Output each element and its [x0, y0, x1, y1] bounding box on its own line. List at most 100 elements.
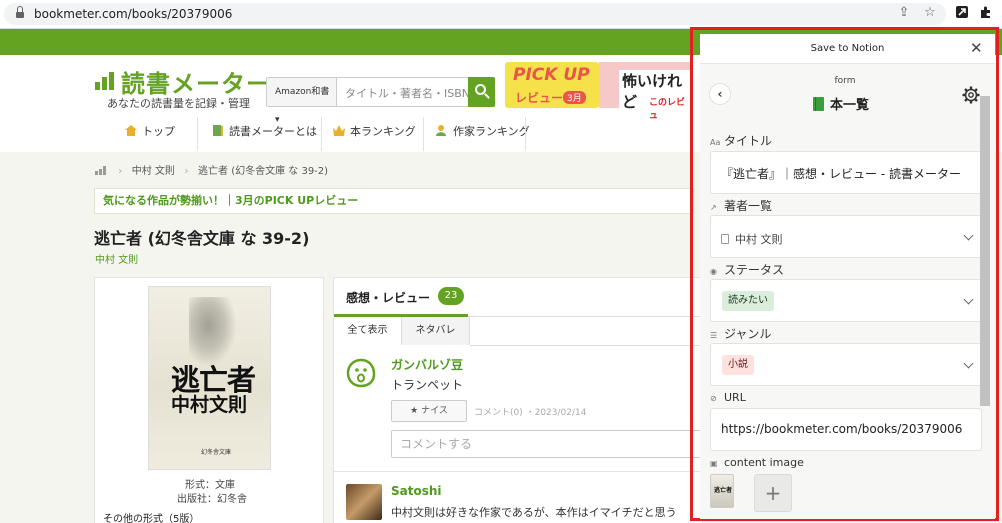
nice-button[interactable]: ★ ナイス	[391, 400, 467, 422]
nav-about[interactable]: 読書メーターとは	[212, 117, 317, 151]
chevron-down-icon	[963, 358, 974, 369]
book-title: 逃亡者 (幻冬舎文庫 な 39-2)	[94, 229, 310, 248]
form-label: form	[834, 76, 856, 86]
home-icon	[125, 125, 137, 136]
tab-spoiler[interactable]: ネタバレ	[402, 317, 470, 345]
status-field-label: ◉ ステータス	[710, 261, 784, 278]
tab-all[interactable]: 全て表示	[334, 317, 402, 345]
database-name[interactable]: 本一覧	[813, 94, 869, 113]
banner-title: PICK UP	[513, 65, 590, 85]
home-bars-icon[interactable]	[95, 166, 107, 175]
authors-field-value: 中村 文則	[735, 233, 783, 246]
image-label-text: content image	[724, 456, 804, 469]
crown-icon	[333, 125, 345, 136]
extensions-puzzle-icon[interactable]	[978, 5, 994, 21]
green-book-icon	[813, 97, 824, 111]
nav-book-ranking-label: 本ランキング	[350, 125, 416, 138]
close-icon[interactable]: ✕	[970, 39, 983, 57]
bookmark-star-icon[interactable]: ☆	[922, 5, 938, 21]
content-image-thumbnail[interactable]: 逃亡者	[710, 474, 734, 508]
title-field[interactable]: 『逃亡者』｜感想・レビュー - 読書メーター	[710, 151, 982, 194]
search-category-select[interactable]: Amazon和書 ▾	[267, 78, 337, 125]
author-icon	[436, 125, 446, 136]
url-field[interactable]: https://bookmeter.com/books/20379006	[710, 408, 982, 451]
reviews-heading: 感想・レビュー	[346, 291, 431, 305]
search-button[interactable]	[468, 77, 495, 107]
banner-subtitle: レビュー	[515, 91, 564, 105]
user-avatar-icon[interactable]	[346, 358, 376, 388]
status-tag: 読みたい	[722, 291, 774, 311]
pickup-banner[interactable]: PICK UP レビュー 3月	[505, 62, 599, 108]
title-field-value: 『逃亡者』｜感想・レビュー - 読書メーター	[721, 167, 961, 181]
lock-icon	[16, 6, 24, 19]
genre-tag: 小説	[722, 355, 754, 375]
url-field-label: ⊘ URL	[710, 391, 746, 404]
book-author-link[interactable]: 中村 文則	[95, 251, 138, 266]
book-icon	[213, 125, 223, 136]
image-field-label: ▣ content image	[710, 456, 804, 469]
review-meta: コメント(0) ・2023/02/14	[474, 408, 587, 418]
nav-about-label: 読書メーターとは	[229, 125, 317, 138]
review-count-badge: 23	[438, 287, 464, 305]
genre-field-label: ☰ ジャンル	[710, 325, 771, 342]
user-avatar[interactable]	[346, 484, 382, 520]
status-prop-icon: ◉	[710, 267, 717, 276]
genre-field[interactable]: 小説	[710, 343, 982, 386]
nav-author-ranking[interactable]: 作家ランキング	[436, 117, 530, 151]
book-cover[interactable]: 逃亡者 中村文則 幻冬舎文庫	[148, 286, 271, 470]
banner-badge: 3月	[563, 91, 586, 104]
breadcrumb-book: 逃亡者 (幻冬舎文庫 な 39-2)	[198, 166, 329, 177]
text-prop-icon: Aa	[710, 138, 721, 147]
notion-panel: Save to Notion ✕ ‹ form 本一覧 Aa タイトル 『逃亡者』…	[700, 34, 995, 519]
review-username[interactable]: ガンバルゾ豆	[391, 356, 463, 373]
chevron-down-icon	[963, 294, 974, 305]
nav-top-label: トップ	[142, 125, 175, 138]
book-format: 形式：文庫	[185, 480, 235, 491]
cover-publisher: 幻冬舎文庫	[201, 449, 232, 456]
status-label-text: ステータス	[724, 263, 785, 277]
search-box: Amazon和書 ▾ タイトル・著者名・ISBN	[266, 77, 495, 125]
search-input[interactable]: タイトル・著者名・ISBN	[345, 85, 470, 101]
authors-label-text: 著者一覧	[724, 199, 773, 213]
logo-bars-icon[interactable]	[95, 72, 117, 90]
nav-book-ranking[interactable]: 本ランキング	[333, 117, 416, 151]
other-formats[interactable]: その他の形式（5版）	[103, 510, 199, 523]
browser-toolbar: bookmeter.com/books/20379006 ⇪ ☆	[0, 0, 1002, 29]
nav-top[interactable]: トップ	[125, 117, 175, 151]
comment-input[interactable]: コメントする	[391, 430, 701, 458]
image-prop-icon: ▣	[710, 459, 718, 468]
link-prop-icon: ⊘	[710, 394, 717, 403]
site-logo[interactable]: 読書メーター	[121, 64, 271, 99]
page-icon	[721, 234, 729, 244]
cover-author: 中村文則	[171, 394, 248, 416]
address-bar[interactable]: bookmeter.com/books/20379006	[4, 3, 946, 25]
share-icon[interactable]: ⇪	[896, 5, 912, 21]
address-url: bookmeter.com/books/20379006	[34, 7, 233, 21]
review-text-2: 中村文則は好きな作家であるが、本作はイマイチだと思う	[391, 506, 677, 519]
add-image-button[interactable]: +	[754, 474, 792, 512]
book-info-card: 逃亡者 中村文則 幻冬舎文庫 形式：文庫 出版社：幻冬舎 その他の形式（5版）	[94, 277, 324, 523]
genre-label-text: ジャンル	[724, 327, 772, 341]
gear-icon[interactable]	[962, 86, 980, 104]
authors-field[interactable]: 中村 文則	[710, 215, 982, 258]
panel-scrollbar[interactable]	[980, 96, 990, 406]
url-field-value: https://bookmeter.com/books/20379006	[721, 422, 963, 436]
nav-author-ranking-label: 作家ランキング	[453, 125, 530, 138]
panel-title: Save to Notion	[810, 43, 885, 54]
notion-extension-icon[interactable]	[954, 5, 970, 21]
status-field[interactable]: 読みたい	[710, 279, 982, 322]
review-card: 感想・レビュー 23 全て表示 ネタバレ ガンバルゾ豆 トランペット ★ ナイス…	[333, 277, 704, 523]
title-label-text: タイトル	[724, 134, 773, 148]
pickup-link[interactable]: 気になる作品が勢揃い！｜3月のPICK UPレビュー	[94, 188, 694, 214]
breadcrumb: › 中村 文則 › 逃亡者 (幻冬舎文庫 な 39-2)	[95, 162, 328, 177]
url-label-text: URL	[724, 391, 746, 404]
promo-banner-subtitle: このレビュ	[649, 98, 686, 121]
review-username-2[interactable]: Satoshi	[391, 484, 442, 498]
panel-header: Save to Notion ✕	[700, 34, 995, 64]
database-name-label: 本一覧	[830, 98, 870, 113]
back-button[interactable]: ‹	[709, 83, 731, 105]
breadcrumb-author[interactable]: 中村 文則	[132, 166, 175, 177]
book-publisher: 出版社：幻冬舎	[177, 494, 247, 505]
relation-prop-icon: ↗	[710, 203, 717, 212]
promo-banner[interactable]: 怖いけれど このレビュ	[599, 62, 691, 121]
